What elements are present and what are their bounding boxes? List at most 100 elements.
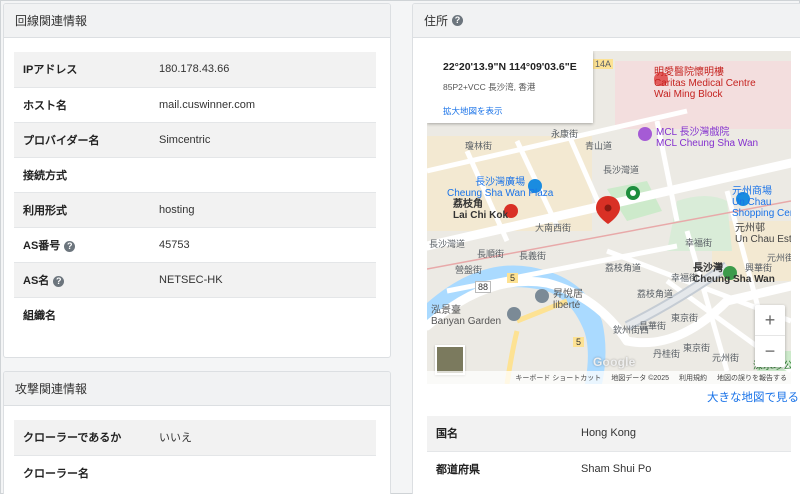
- table-row: プロバイダー名 Simcentric: [14, 121, 376, 157]
- table-row: 組織名: [14, 296, 376, 332]
- route-label: 14A: [593, 59, 614, 69]
- row-key: 都道府県: [427, 450, 581, 486]
- row-value: hosting: [159, 191, 376, 227]
- plaza-name-ja: 長沙灣廣場: [475, 177, 526, 188]
- page-frame: 回線関連情報 IPアドレス 180.178.43.66 ホスト名 mail.cu…: [0, 0, 800, 494]
- row-value: Hong Kong: [581, 416, 791, 451]
- address-title: 住所: [424, 14, 449, 28]
- address-table-wrap: 国名 Hong Kong 都道府県 Sham Shui Po: [427, 416, 791, 486]
- mcl-name-ja: MCL 長沙灣戲院: [656, 127, 730, 138]
- un-chau-name-en: Un Chau: [732, 197, 772, 208]
- row-key: 接続方式: [14, 156, 159, 192]
- street-label: 元州街: [712, 353, 740, 363]
- row-value: [159, 296, 376, 332]
- network-info-header: 回線関連情報: [4, 4, 390, 38]
- street-label: 東京街: [671, 313, 699, 323]
- address-header: 住所?: [413, 4, 800, 38]
- address-table: 国名 Hong Kong 都道府県 Sham Shui Po: [427, 416, 791, 486]
- liberte-name-en: liberté: [553, 300, 581, 311]
- row-key: プロバイダー名: [14, 121, 159, 157]
- row-value: 45753: [159, 226, 376, 262]
- hospital-name-ja: 明愛醫院懷明樓: [654, 67, 724, 78]
- street-label: 幸福街: [685, 238, 713, 248]
- hospital-block: Wai Ming Block: [654, 89, 723, 100]
- un-chau-estate-ja: 元州邨: [735, 223, 765, 234]
- route-badge: 88: [475, 281, 492, 293]
- row-value: いいえ: [159, 420, 376, 455]
- terms-link[interactable]: 利用規約: [679, 373, 707, 383]
- zoom-out-button[interactable]: −: [755, 336, 785, 367]
- liberte-label[interactable]: 昇悅居 liberté: [553, 289, 583, 311]
- street-label: 東京街: [683, 343, 711, 353]
- row-key: 組織名: [14, 296, 159, 332]
- street-label: 丹桂街: [653, 349, 681, 359]
- mcl-name-en: MCL Cheung Sha Wan: [656, 138, 759, 149]
- row-value: 180.178.43.66: [159, 52, 376, 87]
- row-value: [159, 156, 376, 192]
- un-chau-shopping-label[interactable]: 元州商場 Un Chau Shopping Centre: [732, 186, 791, 219]
- row-key: クローラー名: [14, 454, 159, 490]
- table-row: 国名 Hong Kong: [427, 416, 791, 451]
- table-row: クローラー名: [14, 454, 376, 490]
- street-label: 大南西街: [535, 223, 572, 233]
- enlarge-map-link[interactable]: 拡大地図を表示: [443, 105, 593, 117]
- map-data-text: 地図データ ©2025: [611, 374, 669, 382]
- row-value: Simcentric: [159, 121, 376, 157]
- banyan-label[interactable]: 泓景臺 Banyan Garden: [431, 305, 501, 327]
- table-row: AS番号? 45753: [14, 226, 376, 262]
- district-name-en: Cheung Sha Wan: [693, 274, 775, 285]
- map-embed[interactable]: 14A 明愛醫院懷明樓 Caritas Medical Centre Wai M…: [427, 51, 791, 384]
- station-label[interactable]: 荔枝角 Lai Chi Kok: [453, 199, 508, 221]
- street-label: 荔枝角道: [637, 289, 674, 299]
- network-info-title: 回線関連情報: [15, 14, 88, 28]
- google-logo: Google: [593, 355, 636, 369]
- row-key: クローラーであるか: [14, 420, 159, 455]
- bigger-map-link[interactable]: 大きな地図で見る: [707, 389, 799, 405]
- row-key: ホスト名: [14, 86, 159, 122]
- row-key: 国名: [427, 416, 581, 451]
- street-label: 長義街: [519, 251, 547, 261]
- attack-info-panel: 攻撃関連情報 クローラーであるか いいえ クローラー名: [3, 371, 391, 494]
- row-value: NETSEC-HK: [159, 261, 376, 297]
- row-value: mail.cuswinner.com: [159, 86, 376, 122]
- un-chau-name-ja: 元州商場: [732, 186, 772, 197]
- street-label: 青山道: [585, 141, 613, 151]
- table-row: IPアドレス 180.178.43.66: [14, 52, 376, 87]
- table-row: 利用形式 hosting: [14, 191, 376, 227]
- street-label: 長沙灣道: [603, 165, 640, 175]
- street-label: 永康街: [551, 129, 579, 139]
- attack-info-title: 攻撃関連情報: [15, 382, 88, 396]
- street-label: 瓊林街: [465, 141, 493, 151]
- plaza-label[interactable]: 長沙灣廣場 Cheung Sha Wan Plaza: [447, 177, 553, 199]
- station-name-ja: 荔枝角: [453, 199, 483, 210]
- table-row: クローラーであるか いいえ: [14, 420, 376, 455]
- street-label: 幸福街: [671, 273, 699, 283]
- mcl-cinema-label[interactable]: MCL 長沙灣戲院 MCL Cheung Sha Wan: [656, 127, 758, 149]
- banyan-name-ja: 泓景臺: [431, 305, 461, 316]
- row-key-label: AS名: [23, 274, 50, 287]
- liberte-name-ja: 昇悅居: [553, 289, 583, 300]
- row-key: AS名?: [14, 261, 159, 297]
- network-info-table: IPアドレス 180.178.43.66 ホスト名 mail.cuswinner…: [14, 52, 376, 332]
- un-chau-estate-label[interactable]: 元州邨 Un Chau Estate: [735, 223, 791, 245]
- street-label: 營盤街: [455, 265, 483, 275]
- help-icon[interactable]: ?: [64, 240, 76, 252]
- row-value: [159, 454, 376, 490]
- street-label: 興華街: [745, 263, 773, 273]
- help-icon[interactable]: ?: [452, 15, 464, 26]
- attack-info-table: クローラーであるか いいえ クローラー名: [14, 420, 376, 490]
- street-label: 長沙灣道: [429, 239, 466, 249]
- row-value: Sham Shui Po: [581, 450, 791, 486]
- help-icon[interactable]: ?: [53, 275, 65, 287]
- banyan-name-en: Banyan Garden: [431, 316, 502, 327]
- street-label: 長順街: [477, 249, 505, 259]
- keyboard-shortcuts-link[interactable]: キーボード ショートカット: [515, 373, 601, 383]
- zoom-control: + −: [755, 305, 785, 367]
- street-label: 荔枝角道: [605, 263, 642, 273]
- coordinates-text: 22°20'13.9"N 114°09'03.6"E: [443, 61, 577, 73]
- hospital-label[interactable]: 明愛醫院懷明樓 Caritas Medical Centre Wai Ming …: [654, 67, 756, 100]
- report-error-link[interactable]: 地図の誤りを報告する: [717, 373, 787, 383]
- zoom-in-button[interactable]: +: [755, 305, 785, 336]
- table-row: 都道府県 Sham Shui Po: [427, 450, 791, 486]
- table-row: ホスト名 mail.cuswinner.com: [14, 86, 376, 122]
